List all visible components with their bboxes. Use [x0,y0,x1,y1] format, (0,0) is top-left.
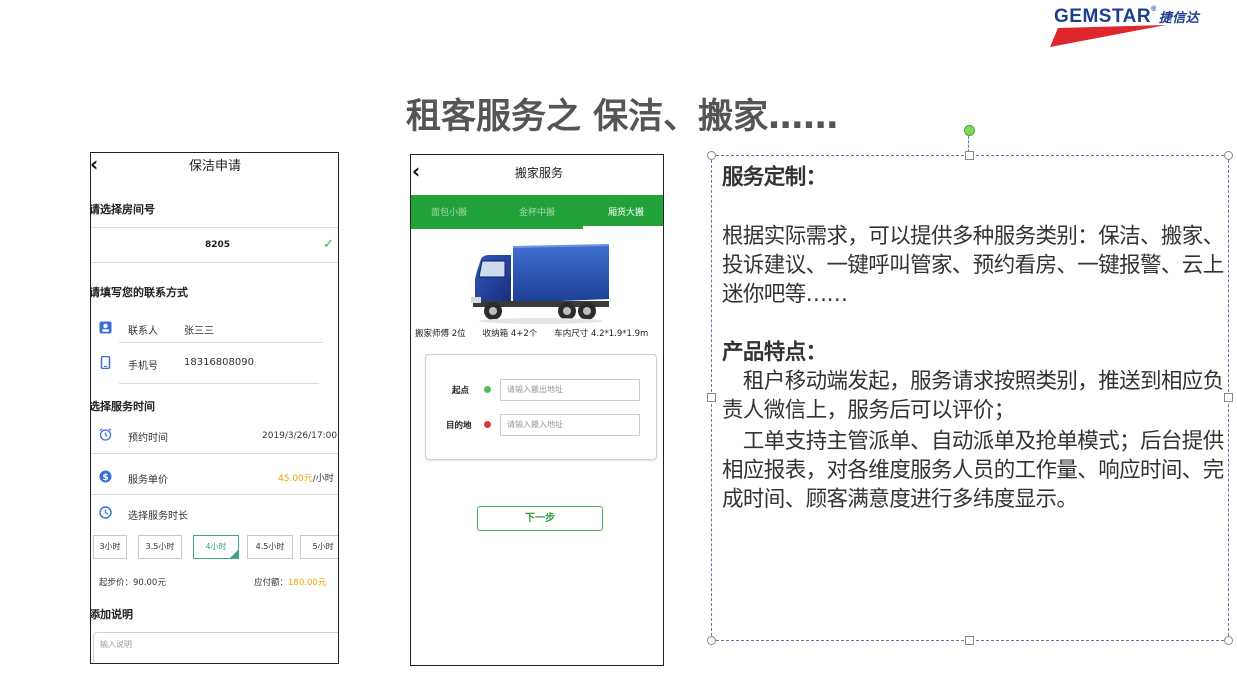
box-truck-icon [471,244,610,324]
resize-handle-bottom[interactable] [965,636,974,645]
moving-tab-bar: 面包小搬 金杯中搬 厢货大搬 [411,195,663,229]
paragraph-mobile-request: 租户移动端发起，服务请求按照类别，推送到相应负责人微信上，服务后可以评价； [722,369,1224,423]
divider [91,227,338,228]
heading-product-features: 产品特点： [722,340,827,365]
cleaning-header: ‹ 保洁申请 [91,153,338,176]
active-tab-indicator [583,226,663,229]
price-value: 45.00元/小时 [278,471,334,484]
logo-swoosh-icon [1050,25,1166,47]
appointment-time-value[interactable]: 2019/3/26/17:00 [262,431,337,441]
chevron-left-icon[interactable]: ‹ [91,153,98,176]
price-amount: 45.00元 [278,474,313,484]
resize-handle-left[interactable] [707,393,716,402]
time-section-label: 选择服务时间 [90,400,155,413]
rotation-handle[interactable] [964,125,975,136]
resize-handle-bottom-right[interactable] [1224,636,1233,645]
logo-cn: 捷信达 [1158,10,1200,25]
paragraph-service-types: 根据实际需求，可以提供多种服务类别：保洁、搬家、投诉建议、一键呼叫管家、预约看房… [722,224,1224,307]
check-icon: ✓ [323,237,334,252]
cleaning-title: 保洁申请 [189,159,242,174]
note-input[interactable]: 输入说明 [93,632,338,663]
logo-reg-mark: ® [1151,6,1157,13]
duration-option-4-5h[interactable]: 4.5小时 [247,535,293,559]
phone-label: 手机号 [128,361,158,372]
divider [91,453,338,454]
duration-option-3-5h[interactable]: 3.5小时 [138,535,182,559]
selected-corner-icon [229,549,239,559]
moving-app-screen: ‹ 搬家服务 面包小搬 金杯中搬 厢货大搬 搬家师傅 2位 收纳箱 4+2个 车… [410,154,664,666]
gemstar-logo: GEMSTAR®捷信达 [1048,6,1218,48]
alarm-clock-icon [99,428,112,441]
tab-large-move[interactable]: 厢货大搬 [608,205,644,218]
divider [91,494,338,495]
price-unit: /小时 [312,474,334,484]
payable-label: 应付额： [254,578,289,588]
dollar-icon: $ [99,470,112,483]
origin-address-input[interactable]: 请输入搬出地址 [500,379,640,401]
room-value[interactable]: 8205 [205,240,230,250]
phone-input[interactable]: 18316808090 [184,357,254,368]
price-label: 服务单价 [128,475,168,486]
chevron-left-icon[interactable]: ‹ [412,159,420,183]
resize-handle-bottom-left[interactable] [707,636,716,645]
paragraph-dispatch-reports: 工单支持主管派单、自动派单及抢单模式；后台提供相应报表，对各维度服务人员的工作量… [722,429,1224,512]
origin-dot-icon [484,386,491,393]
duration-option-5h[interactable]: 5小时 [300,535,338,559]
mobile-phone-icon [100,356,111,369]
route-card: 起点 请输入搬出地址 目的地 请输入搬入地址 [425,354,657,460]
tab-medium-move[interactable]: 金杯中搬 [519,205,555,218]
note-placeholder: 输入说明 [100,640,132,649]
clock-icon [99,506,112,519]
duration-option-4h-selected[interactable]: 4小时 [193,535,239,559]
next-step-button[interactable]: 下一步 [477,506,603,531]
duration-option-3h[interactable]: 3小时 [93,535,127,559]
to-label: 目的地 [446,421,472,431]
note-section-label: 添加说明 [90,608,133,621]
divider [91,262,338,263]
room-section-label: 请选择房间号 [90,203,155,216]
duration-label: 选择服务时长 [128,511,188,522]
slide-title: 租客服务之 保洁、搬家…… [406,97,839,137]
svg-text:$: $ [102,473,108,483]
slide: GEMSTAR®捷信达 租客服务之 保洁、搬家…… ‹ 保洁申请 请选择房间号 … [0,0,1237,699]
rotation-line [968,136,969,152]
contact-card-icon [99,321,112,334]
resize-handle-top-right[interactable] [1224,151,1233,160]
from-label: 起点 [452,386,470,396]
duration-option-label: 4小时 [205,542,227,551]
payable-amount: 应付额：180.00元 [254,576,326,588]
resize-handle-top-left[interactable] [707,151,716,160]
resize-handle-top[interactable] [965,151,974,160]
appointment-label: 预约时间 [128,433,168,444]
contact-person-input[interactable]: 张三三 [184,322,214,337]
contact-section-label: 请填写您的联系方式 [90,286,188,299]
divider [119,383,319,384]
cleaning-app-screen: ‹ 保洁申请 请选择房间号 8205 ✓ 请填写您的联系方式 联系人 张三三 手… [90,152,339,664]
payable-value: 180.00元 [288,578,327,588]
moving-specs: 搬家师傅 2位 收纳箱 4+2个 车内尺寸 4.2*1.9*1.9m [415,329,649,339]
divider [119,342,323,343]
destination-dot-icon [484,421,491,428]
start-price: 起步价：90.00元 [99,578,166,588]
heading-service-customization: 服务定制： [722,165,827,190]
contact-person-label: 联系人 [128,326,158,337]
destination-address-input[interactable]: 请输入搬入地址 [500,414,640,436]
moving-title: 搬家服务 [515,166,564,180]
tab-small-move[interactable]: 面包小搬 [431,205,467,218]
